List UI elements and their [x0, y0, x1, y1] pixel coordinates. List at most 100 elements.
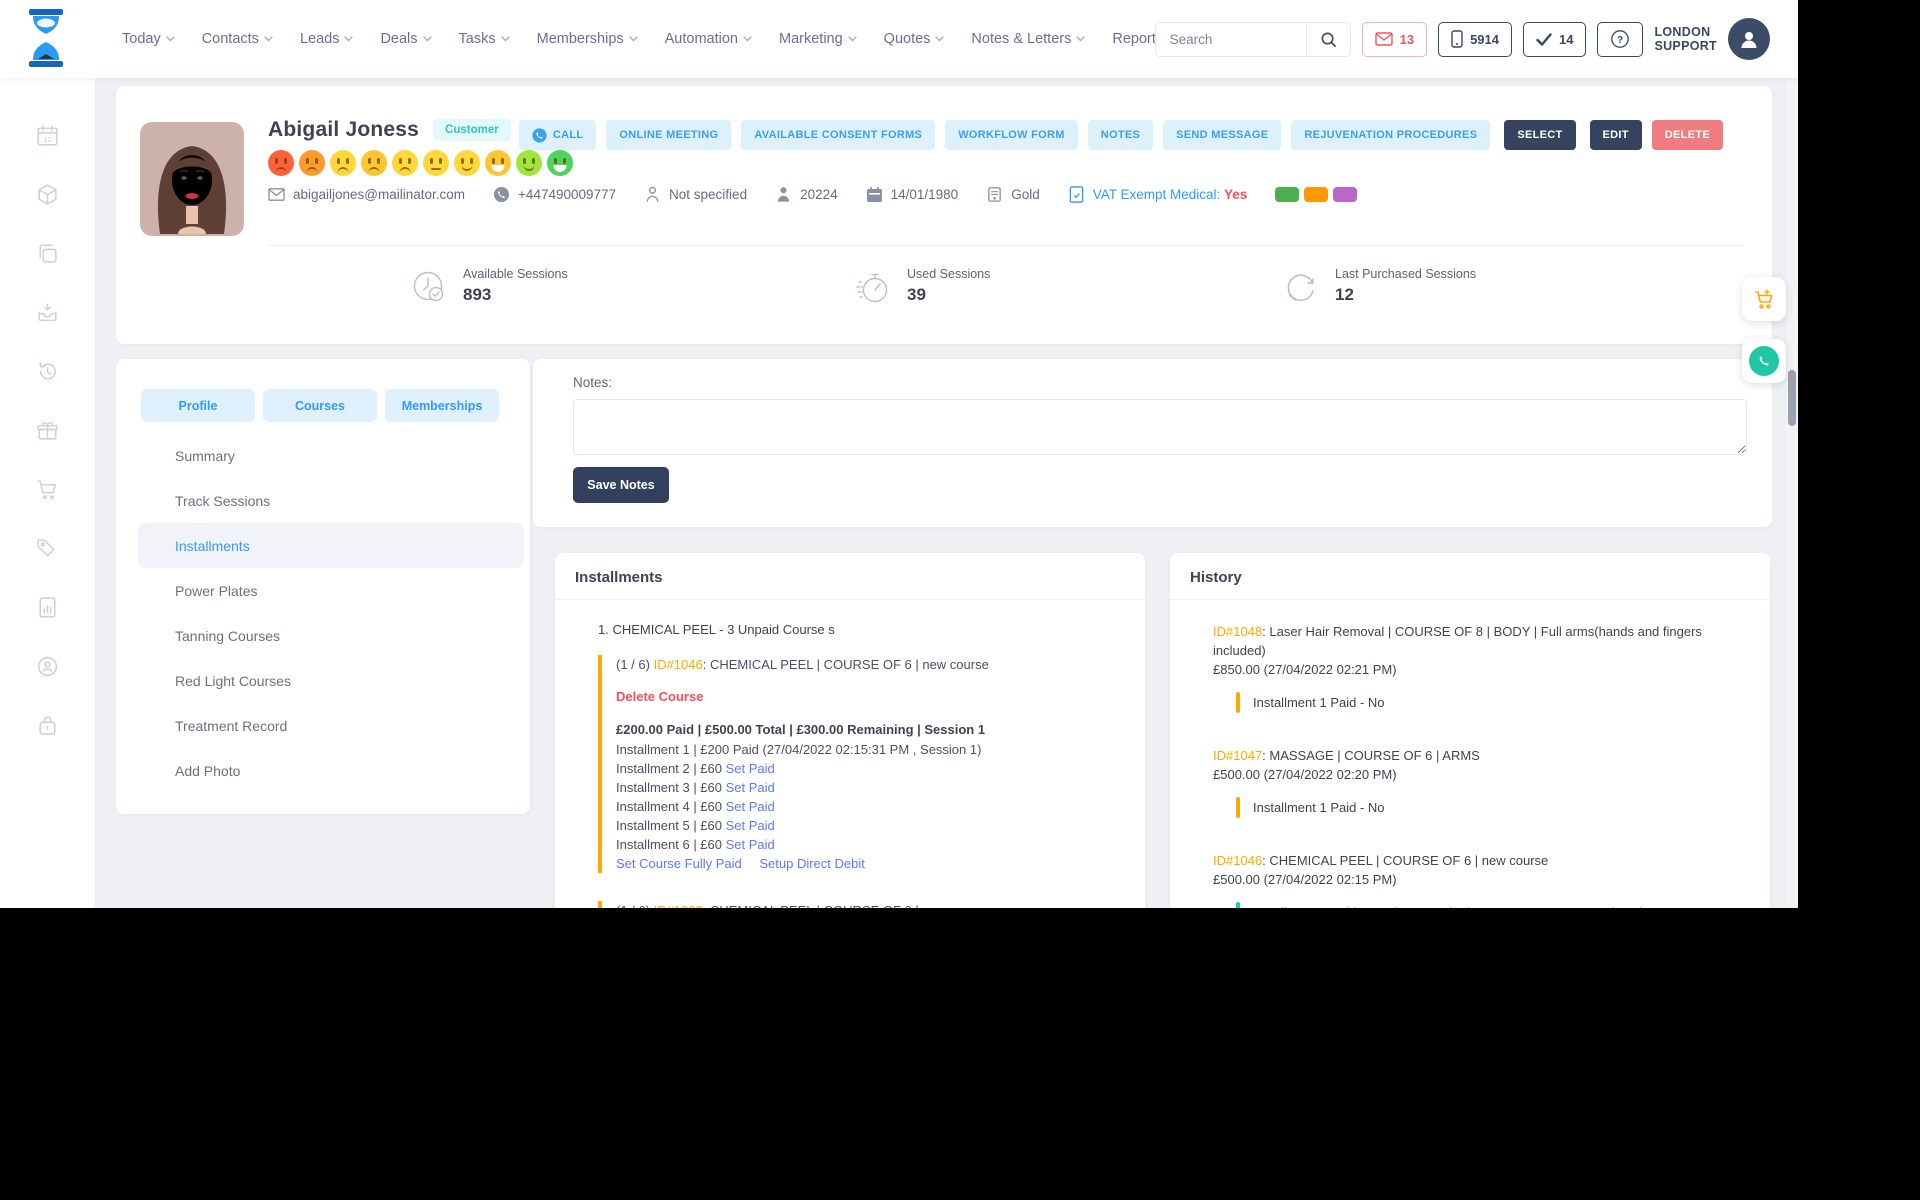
person-icon	[1741, 32, 1757, 48]
calls-badge[interactable]: 5914	[1438, 21, 1512, 57]
menu-item-treatment-record[interactable]: Treatment Record	[138, 703, 524, 748]
history-id-link[interactable]: ID#1046	[1213, 853, 1262, 868]
online-meeting-button[interactable]: ONLINE MEETING	[606, 120, 732, 150]
history-title: History	[1170, 553, 1770, 600]
chevron-down-icon	[166, 36, 175, 42]
phone-icon	[493, 186, 510, 203]
smiley-7-icon[interactable]	[454, 150, 480, 176]
nav-item-notes-letters[interactable]: Notes & Letters	[971, 31, 1086, 47]
customer-meta-row: abigailjones@mailinator.com +44749000977…	[268, 186, 1358, 203]
call-button[interactable]: CALL	[518, 120, 597, 150]
set-paid-link[interactable]: Set Paid	[726, 780, 775, 795]
tag-chip-green[interactable]	[1275, 187, 1300, 202]
workflow-form-button[interactable]: WORKFLOW FORM	[945, 120, 1078, 150]
select-button[interactable]: SELECT	[1504, 120, 1576, 150]
nav-item-marketing[interactable]: Marketing	[779, 31, 857, 47]
send-message-button[interactable]: SEND MESSAGE	[1163, 120, 1282, 150]
floating-cart-button[interactable]	[1742, 277, 1786, 321]
tag-icon[interactable]	[35, 536, 60, 561]
customer-tags	[1275, 187, 1358, 202]
course-id-link[interactable]: ID#1022	[654, 903, 703, 908]
save-notes-button[interactable]: Save Notes	[573, 467, 669, 503]
help-button[interactable]: ?	[1597, 21, 1644, 57]
customer-phone[interactable]: +447490009777	[493, 186, 616, 203]
smiley-5-icon[interactable]	[392, 150, 418, 176]
set-course-fully-paid-link[interactable]: Set Course Fully Paid	[616, 856, 742, 871]
menu-item-tanning-courses[interactable]: Tanning Courses	[138, 613, 524, 658]
top-navigation-bar: Today Contacts Leads Deals Tasks Members…	[0, 0, 1798, 78]
nav-item-leads[interactable]: Leads	[300, 31, 354, 47]
smiley-4-icon[interactable]	[361, 150, 387, 176]
tab-profile[interactable]: Profile	[141, 389, 255, 422]
satisfaction-scale	[268, 150, 573, 176]
nav-item-deals[interactable]: Deals	[380, 31, 432, 47]
customer-email[interactable]: abigailjones@mailinator.com	[268, 186, 465, 203]
search-button[interactable]	[1305, 22, 1350, 56]
tasks-badge[interactable]: 14	[1523, 21, 1587, 57]
menu-item-installments[interactable]: Installments	[138, 523, 524, 568]
main-nav: Today Contacts Leads Deals Tasks Members…	[122, 31, 1235, 47]
nav-item-contacts[interactable]: Contacts	[202, 31, 273, 47]
smiley-9-icon[interactable]	[516, 150, 542, 176]
history-entry: ID#1047: MASSAGE | COURSE OF 6 | ARMS £5…	[1213, 746, 1746, 818]
app-logo-hourglass-icon[interactable]	[22, 9, 70, 67]
search-input[interactable]	[1155, 22, 1306, 56]
package-icon[interactable]	[35, 182, 60, 207]
report-icon[interactable]	[35, 595, 60, 620]
customer-tier: Gold	[986, 186, 1040, 203]
tab-memberships[interactable]: Memberships	[385, 389, 499, 422]
scrollbar-track[interactable]	[1786, 78, 1798, 908]
set-paid-link[interactable]: Set Paid	[726, 818, 775, 833]
customer-photo[interactable]	[140, 122, 244, 236]
nav-item-automation[interactable]: Automation	[665, 31, 752, 47]
smiley-2-icon[interactable]	[299, 150, 325, 176]
messages-badge[interactable]: 13	[1361, 21, 1428, 57]
smiley-3-icon[interactable]	[330, 150, 356, 176]
menu-item-summary[interactable]: Summary	[138, 433, 524, 478]
nav-item-memberships[interactable]: Memberships	[537, 31, 638, 47]
history-icon[interactable]	[35, 359, 60, 384]
edit-button[interactable]: EDIT	[1589, 120, 1642, 150]
nav-item-today[interactable]: Today	[122, 31, 175, 47]
floating-call-button[interactable]	[1742, 339, 1786, 383]
tab-courses[interactable]: Courses	[263, 389, 377, 422]
inbox-icon[interactable]	[35, 300, 60, 325]
copy-icon[interactable]	[35, 241, 60, 266]
tag-chip-orange[interactable]	[1304, 187, 1329, 202]
set-paid-link[interactable]: Set Paid	[726, 761, 775, 776]
scrollbar-thumb[interactable]	[1788, 370, 1796, 426]
smiley-10-icon[interactable]	[547, 150, 573, 176]
course-id-link[interactable]: ID#1046	[654, 657, 703, 672]
setup-direct-debit-link[interactable]: Setup Direct Debit	[759, 856, 865, 871]
smiley-8-icon[interactable]	[485, 150, 511, 176]
set-paid-link[interactable]: Set Paid	[726, 799, 775, 814]
gift-icon[interactable]	[35, 418, 60, 443]
envelope-icon	[1374, 32, 1393, 46]
chevron-down-icon	[847, 36, 857, 42]
customer-header-card: Abigail Joness Customer abigailjones@mai…	[116, 86, 1772, 344]
menu-item-power-plates[interactable]: Power Plates	[138, 568, 524, 613]
user-avatar[interactable]	[1728, 18, 1770, 60]
rejuvenation-procedures-button[interactable]: REJUVENATION PROCEDURES	[1291, 120, 1491, 150]
menu-item-add-photo[interactable]: Add Photo	[138, 748, 524, 793]
notes-textarea[interactable]	[573, 399, 1747, 455]
consent-forms-button[interactable]: AVAILABLE CONSENT FORMS	[741, 120, 936, 150]
customer-vat-status[interactable]: VAT Exempt Medical: Yes	[1068, 186, 1247, 203]
account-icon[interactable]	[35, 654, 60, 679]
calendar-icon[interactable]: 12	[35, 123, 60, 148]
cart-icon[interactable]	[35, 477, 60, 502]
notes-button[interactable]: NOTES	[1087, 120, 1154, 150]
history-id-link[interactable]: ID#1047	[1213, 748, 1262, 763]
smiley-1-icon[interactable]	[268, 150, 294, 176]
set-paid-link[interactable]: Set Paid	[726, 837, 775, 852]
history-id-link[interactable]: ID#1048	[1213, 624, 1262, 639]
lock-icon[interactable]	[35, 713, 60, 738]
nav-item-quotes[interactable]: Quotes	[884, 31, 945, 47]
smiley-6-icon[interactable]	[423, 150, 449, 176]
menu-item-red-light-courses[interactable]: Red Light Courses	[138, 658, 524, 703]
menu-item-track-sessions[interactable]: Track Sessions	[138, 478, 524, 523]
delete-course-link[interactable]: Delete Course	[616, 687, 1121, 706]
tag-chip-purple[interactable]	[1333, 187, 1358, 202]
nav-item-tasks[interactable]: Tasks	[459, 31, 510, 47]
delete-button[interactable]: DELETE	[1651, 120, 1723, 150]
